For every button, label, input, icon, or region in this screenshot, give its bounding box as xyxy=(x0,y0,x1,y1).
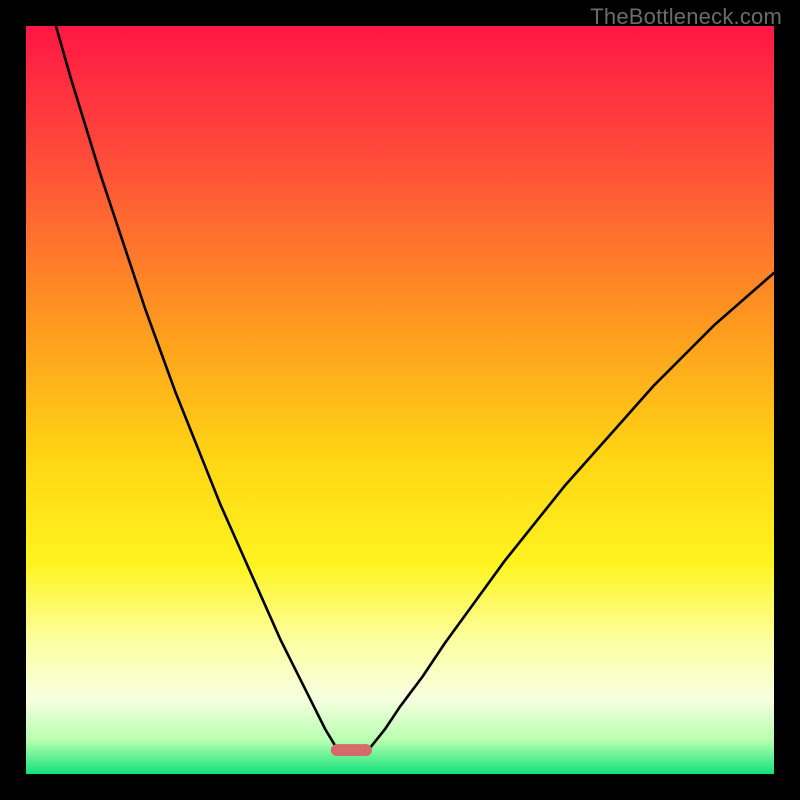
chart-svg xyxy=(26,26,774,774)
annotation-min-marker xyxy=(331,744,372,756)
gradient-background xyxy=(26,26,774,774)
plot-area xyxy=(26,26,774,774)
chart-frame: TheBottleneck.com xyxy=(0,0,800,800)
watermark-text: TheBottleneck.com xyxy=(590,4,782,30)
annotation-group xyxy=(331,744,372,756)
